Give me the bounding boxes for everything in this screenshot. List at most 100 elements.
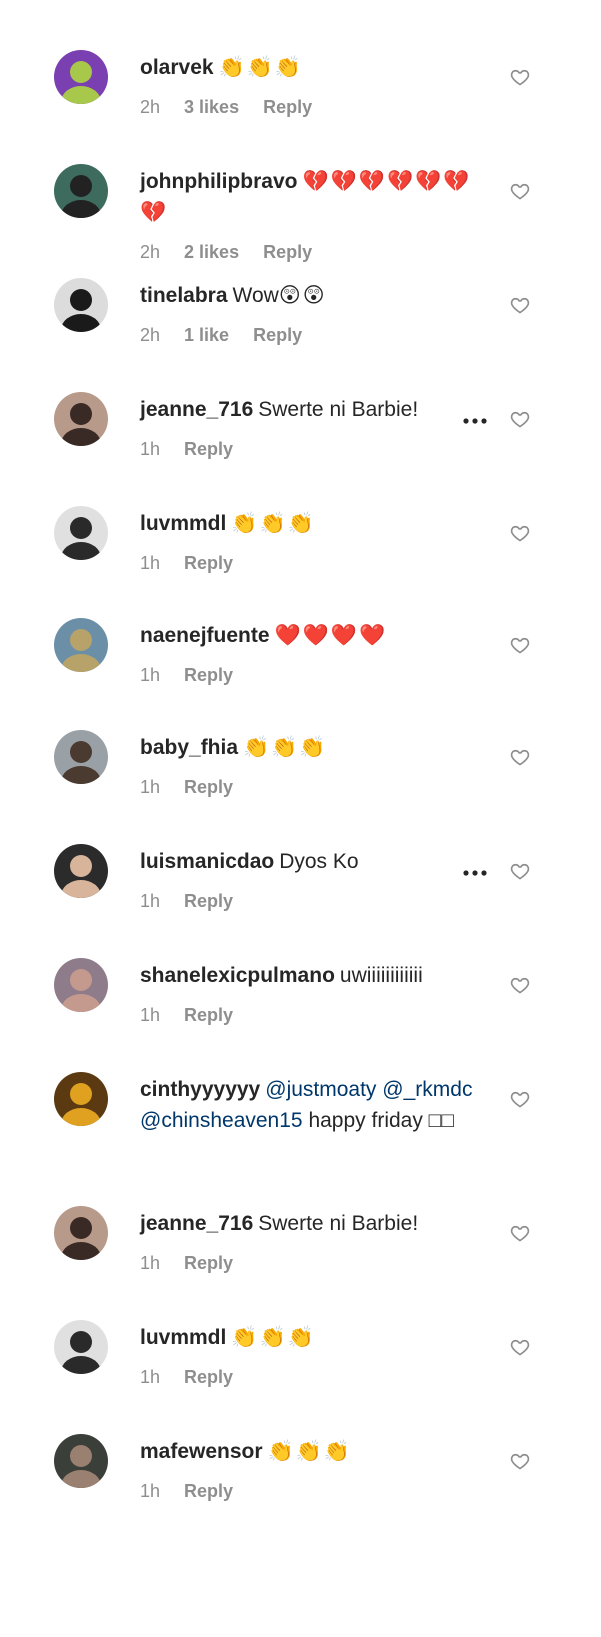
comment-text: mafewensor 👏👏👏 — [140, 1436, 480, 1467]
reply-button[interactable]: Reply — [263, 97, 312, 118]
avatar[interactable] — [54, 844, 108, 898]
mention-link[interactable]: @chinsheaven15 — [140, 1109, 303, 1132]
comment-text: luvmmdl 👏👏👏 — [140, 1322, 480, 1353]
comment-username[interactable]: jeanne_716 — [140, 1212, 253, 1235]
heart-outline-icon[interactable] — [510, 635, 530, 655]
reply-button[interactable]: Reply — [184, 1481, 233, 1502]
comment-username[interactable]: baby_fhia — [140, 736, 238, 759]
avatar[interactable] — [54, 278, 108, 332]
heart-outline-icon[interactable] — [510, 861, 530, 881]
avatar[interactable] — [54, 1206, 108, 1260]
mention-link[interactable]: @justmoaty — [265, 1078, 376, 1101]
comment-body: luvmmdl 👏👏👏 1h Reply — [140, 1322, 480, 1388]
heart-outline-icon[interactable] — [510, 1451, 530, 1471]
comment-body: jeanne_716 Swerte ni Barbie! 1h Reply — [140, 1208, 480, 1274]
reply-button[interactable]: Reply — [263, 242, 312, 263]
avatar[interactable] — [54, 50, 108, 104]
comment-username[interactable]: luvmmdl — [140, 1326, 226, 1349]
comment-content: Swerte ni Barbie! — [258, 398, 419, 421]
comment-username[interactable]: luismanicdao — [140, 850, 274, 873]
more-options-icon[interactable] — [462, 413, 488, 424]
heart-outline-icon[interactable] — [510, 1337, 530, 1357]
comment-timestamp: 1h — [140, 553, 161, 573]
comment-body: jeanne_716 Swerte ni Barbie! 1h Reply — [140, 394, 480, 460]
reply-button[interactable]: Reply — [184, 891, 233, 912]
comment-username[interactable]: mafewensor — [140, 1440, 263, 1463]
comment-meta: 1h Reply — [140, 1481, 480, 1502]
comment-body: cinthyyyyyy @justmoaty @_rkmdc @chinsheav… — [140, 1074, 480, 1136]
comment-username[interactable]: cinthyyyyyy — [140, 1078, 260, 1101]
comment-meta: 2h 2 likes Reply — [140, 242, 480, 263]
comment-timestamp: 1h — [140, 439, 161, 459]
mention-link[interactable]: @_rkmdc — [382, 1078, 472, 1101]
comment-emoji: 👏👏👏 — [243, 736, 328, 759]
comment-meta: 1h Reply — [140, 777, 480, 798]
reply-button[interactable]: Reply — [184, 665, 233, 686]
comment-text: jeanne_716 Swerte ni Barbie! — [140, 1208, 480, 1239]
comment-timestamp: 1h — [140, 777, 161, 797]
more-options-icon[interactable] — [462, 865, 488, 876]
avatar[interactable] — [54, 618, 108, 672]
comment-emoji: 👏👏👏 — [267, 1440, 352, 1463]
comment-likes[interactable]: 1 like — [184, 325, 229, 346]
comment-emoji: 👏👏👏 — [218, 56, 304, 79]
comment-timestamp: 1h — [140, 1005, 161, 1025]
reply-button[interactable]: Reply — [184, 439, 233, 460]
reply-button[interactable]: Reply — [184, 1253, 233, 1274]
comment-text: tinelabra Wow😲😲 — [140, 280, 480, 311]
avatar[interactable] — [54, 1434, 108, 1488]
comment-body: baby_fhia 👏👏👏 1h Reply — [140, 732, 480, 798]
comment-username[interactable]: naenejfuente — [140, 624, 270, 647]
comment-emoji: ❤️❤️❤️❤️ — [274, 624, 388, 647]
comment-username[interactable]: shanelexicpulmano — [140, 964, 335, 987]
comment-meta: 1h Reply — [140, 553, 480, 574]
comment-meta: 1h Reply — [140, 439, 480, 460]
comment-likes[interactable]: 3 likes — [184, 97, 239, 118]
comment-body: luismanicdao Dyos Ko 1h Reply — [140, 846, 480, 912]
avatar[interactable] — [54, 730, 108, 784]
heart-outline-icon[interactable] — [510, 747, 530, 767]
comment-text: shanelexicpulmano uwiiiiiiiiiiii — [140, 960, 480, 991]
comment-username[interactable]: jeanne_716 — [140, 398, 253, 421]
comment-meta: 1h Reply — [140, 1005, 480, 1026]
reply-button[interactable]: Reply — [184, 777, 233, 798]
avatar[interactable] — [54, 1320, 108, 1374]
comment-timestamp: 2h — [140, 242, 161, 262]
comment-meta: 1h Reply — [140, 665, 480, 686]
avatar[interactable] — [54, 506, 108, 560]
reply-button[interactable]: Reply — [184, 553, 233, 574]
reply-button[interactable]: Reply — [253, 325, 302, 346]
comment-content: Dyos Ko — [279, 850, 359, 873]
comment-body: tinelabra Wow😲😲 2h 1 like Reply — [140, 280, 480, 346]
heart-outline-icon[interactable] — [510, 181, 530, 201]
heart-outline-icon[interactable] — [510, 295, 530, 315]
comment-meta: 1h Reply — [140, 1367, 480, 1388]
reply-button[interactable]: Reply — [184, 1367, 233, 1388]
comment-body: naenejfuente ❤️❤️❤️❤️ 1h Reply — [140, 620, 480, 686]
avatar[interactable] — [54, 164, 108, 218]
heart-outline-icon[interactable] — [510, 409, 530, 429]
heart-outline-icon[interactable] — [510, 523, 530, 543]
comment-username[interactable]: olarvek — [140, 56, 214, 79]
comment-content: uwiiiiiiiiiiii — [339, 964, 423, 987]
comment-username[interactable]: tinelabra — [140, 284, 228, 307]
heart-outline-icon[interactable] — [510, 1089, 530, 1109]
heart-outline-icon[interactable] — [510, 1223, 530, 1243]
comment-username[interactable]: luvmmdl — [140, 512, 226, 535]
comment-username[interactable]: johnphilipbravo — [140, 170, 298, 193]
comment-meta: 1h Reply — [140, 891, 480, 912]
comment-body: johnphilipbravo 💔💔💔💔💔💔💔 2h 2 likes Reply — [140, 166, 480, 263]
comment-timestamp: 1h — [140, 1253, 161, 1273]
reply-button[interactable]: Reply — [184, 1005, 233, 1026]
comment-emoji: 👏👏👏 — [231, 1326, 316, 1349]
comment-body: olarvek 👏👏👏 2h 3 likes Reply — [140, 52, 480, 118]
heart-outline-icon[interactable] — [510, 67, 530, 87]
comment-text: luismanicdao Dyos Ko — [140, 846, 480, 877]
avatar[interactable] — [54, 958, 108, 1012]
comment-body: luvmmdl 👏👏👏 1h Reply — [140, 508, 480, 574]
comment-likes[interactable]: 2 likes — [184, 242, 239, 263]
comment-content: happy friday □□ — [302, 1109, 455, 1132]
avatar[interactable] — [54, 392, 108, 446]
avatar[interactable] — [54, 1072, 108, 1126]
heart-outline-icon[interactable] — [510, 975, 530, 995]
